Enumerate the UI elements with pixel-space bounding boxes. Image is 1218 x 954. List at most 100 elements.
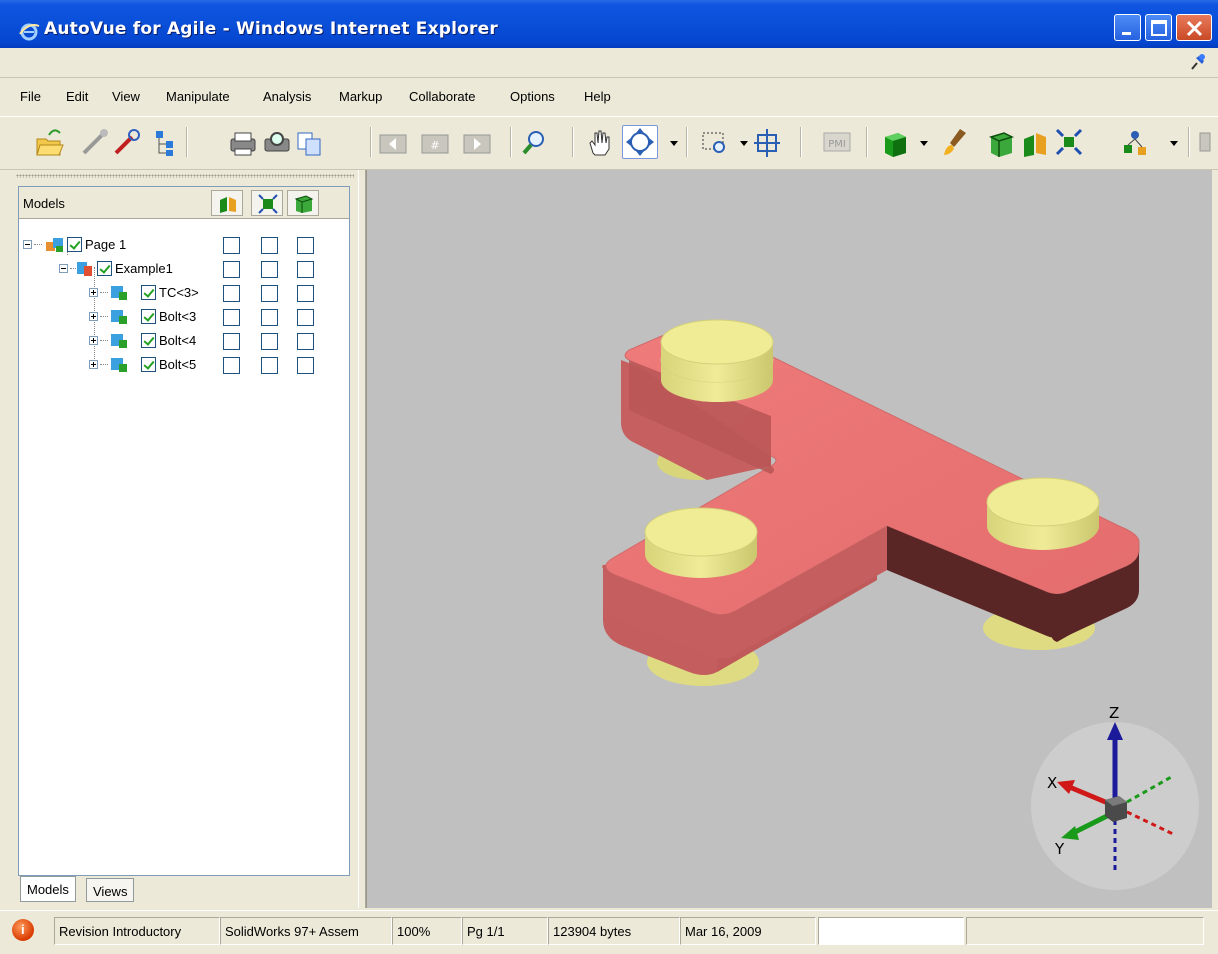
panel-grip[interactable] [16,174,354,178]
markup-pen-icon [114,129,140,155]
shaded-cube-icon [885,133,906,157]
tree-column-selection[interactable] [251,190,283,216]
axis-triad: Z X Y [1031,704,1199,890]
transform-dropdown-icon[interactable] [1170,141,1178,147]
pan-hand-button[interactable] [584,125,614,159]
markup-pen-button[interactable] [112,125,142,159]
close-button[interactable] [1176,14,1212,41]
row-checkbox-col1[interactable] [223,285,240,302]
row-checkbox-col1[interactable] [223,333,240,350]
visibility-checkbox[interactable] [141,357,156,372]
minimize-button[interactable] [1114,14,1141,41]
row-checkbox-col1[interactable] [223,237,240,254]
part-icon [111,310,127,324]
copy-button[interactable] [294,125,324,159]
paint-brush-button[interactable] [940,125,970,159]
row-checkbox-col2[interactable] [261,333,278,350]
menu-file[interactable]: File [20,89,41,104]
wireframe-cube-button[interactable] [986,125,1016,159]
row-checkbox-col3[interactable] [297,237,314,254]
bolt-top-1 [660,319,774,402]
rotate-dropdown-icon[interactable] [670,141,678,147]
tree-row-page-1[interactable]: Page 1 [19,233,349,257]
pin-icon[interactable] [1188,52,1208,72]
menu-analysis[interactable]: Analysis [263,89,311,104]
tab-models[interactable]: Models [20,876,76,902]
prev-page-button[interactable] [378,125,408,159]
row-checkbox-col2[interactable] [261,261,278,278]
next-page-button[interactable] [462,125,492,159]
pmi-button[interactable]: PMI [822,125,852,159]
expand-icon[interactable] [89,336,98,345]
print-icon [230,132,256,156]
row-checkbox-col2[interactable] [261,285,278,302]
shaded-cube-button[interactable] [880,125,910,159]
row-checkbox-col3[interactable] [297,309,314,326]
visibility-checkbox[interactable] [97,261,112,276]
row-checkbox-col2[interactable] [261,237,278,254]
3d-viewport[interactable]: Z X Y [366,170,1212,908]
row-checkbox-col2[interactable] [261,309,278,326]
tree-column-visibility[interactable] [211,190,243,216]
print-button[interactable] [228,125,258,159]
expand-icon[interactable] [89,360,98,369]
menu-markup[interactable]: Markup [339,89,382,104]
info-icon[interactable]: i [12,919,34,941]
toolbar: # PMI [0,116,1218,170]
tree-row-example1[interactable]: Example1 [19,257,349,281]
zoom-box-button[interactable] [700,125,730,159]
section-column-icon [220,197,236,213]
tree-column-wireframe[interactable] [287,190,319,216]
tree-header: Models [19,187,349,219]
page-number-button[interactable]: # [420,125,450,159]
title-bar: AutoVue for Agile - Windows Internet Exp… [0,0,1218,48]
tree-row-bolt4[interactable]: Bolt<4 [19,329,349,353]
tree-row-bolt5[interactable]: Bolt<5 [19,353,349,377]
open-button[interactable] [34,125,64,159]
collapse-icon[interactable] [23,240,32,249]
drawing-button[interactable] [80,125,110,159]
zoom-dropdown-icon[interactable] [740,141,748,147]
shade-dropdown-icon[interactable] [920,141,928,147]
tree-row-label: Bolt<4 [159,333,197,348]
menu-options[interactable]: Options [510,89,555,104]
row-checkbox-col2[interactable] [261,357,278,374]
menu-help[interactable]: Help [584,89,611,104]
visibility-checkbox[interactable] [67,237,82,252]
expand-icon[interactable] [89,312,98,321]
row-checkbox-col1[interactable] [223,309,240,326]
row-checkbox-col1[interactable] [223,357,240,374]
panel-splitter[interactable] [358,170,366,908]
tree-row-tc3[interactable]: TC<3> [19,281,349,305]
toolbar-overflow-button[interactable] [1196,125,1214,159]
menu-edit[interactable]: Edit [66,89,88,104]
tab-views[interactable]: Views [86,878,135,902]
status-message [966,917,1204,945]
expand-icon[interactable] [89,288,98,297]
row-checkbox-col3[interactable] [297,261,314,278]
toolbar-overflow-icon [1199,132,1211,152]
visibility-checkbox[interactable] [141,285,156,300]
collapse-icon[interactable] [59,264,68,273]
maximize-button[interactable] [1145,14,1172,41]
tree-row-bolt3[interactable]: Bolt<3 [19,305,349,329]
row-checkbox-col3[interactable] [297,357,314,374]
fit-button[interactable] [752,125,782,159]
explode-button[interactable] [1054,125,1084,159]
visibility-checkbox[interactable] [141,309,156,324]
rotate-button[interactable] [622,125,658,159]
print-preview-button[interactable] [262,125,292,159]
tree-button[interactable] [150,125,180,159]
menu-manipulate[interactable]: Manipulate [166,89,230,104]
row-checkbox-col3[interactable] [297,333,314,350]
menu-collaborate[interactable]: Collaborate [409,89,476,104]
menu-view[interactable]: View [112,89,140,104]
row-checkbox-col1[interactable] [223,261,240,278]
magnifier-button[interactable] [520,125,550,159]
status-format: SolidWorks 97+ Assem [220,917,392,945]
section-button[interactable] [1020,125,1050,159]
transform-button[interactable] [1120,125,1150,159]
status-bar: i Revision Introductory SolidWorks 97+ A… [0,910,1218,954]
row-checkbox-col3[interactable] [297,285,314,302]
visibility-checkbox[interactable] [141,333,156,348]
